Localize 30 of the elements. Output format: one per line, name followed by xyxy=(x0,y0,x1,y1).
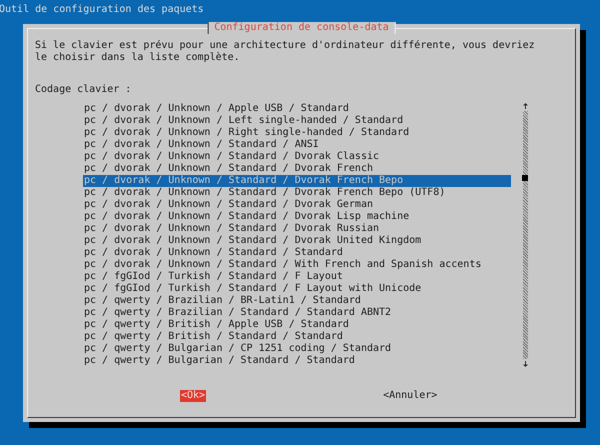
list-item[interactable]: pc / dvorak / Unknown / Standard / Dvorak French Bepo (UTF8) xyxy=(83,187,511,199)
list-item[interactable]: pc / dvorak / Unknown / Right single-handed / Standard xyxy=(83,127,511,139)
list-item[interactable]: pc / dvorak / Unknown / Standard / Dvorak German xyxy=(83,199,511,211)
list-item[interactable]: pc / fgGIod / Turkish / Standard / F Layout with Unicode xyxy=(83,283,511,295)
list-item[interactable]: pc / dvorak / Unknown / Standard / Standard xyxy=(83,247,511,259)
scrollbar-thumb[interactable] xyxy=(522,175,528,181)
list-item[interactable]: pc / qwerty / Bulgarian / Standard / Standard xyxy=(83,355,511,367)
list-item[interactable]: pc / dvorak / Unknown / Standard / Dvorak Lisp machine xyxy=(83,211,511,223)
list-item[interactable]: pc / dvorak / Unknown / Standard / Dvorak French Bepo xyxy=(83,175,511,187)
list-label: Codage clavier : xyxy=(35,84,132,96)
list-item[interactable]: pc / qwerty / Brazilian / Standard / Standard ABNT2 xyxy=(83,307,511,319)
list-item[interactable]: pc / dvorak / Unknown / Standard / With French and Spanish accents xyxy=(83,259,511,271)
list-item[interactable]: pc / dvorak / Unknown / Standard / Dvorak Russian xyxy=(83,223,511,235)
list-item[interactable]: pc / qwerty / British / Standard / Standard xyxy=(83,331,511,343)
cancel-button[interactable]: <Annuler> xyxy=(382,390,438,402)
list-item[interactable]: pc / dvorak / Unknown / Apple USB / Standard xyxy=(83,103,511,115)
dialog-title: Configuration de console-data xyxy=(207,22,396,34)
list-item[interactable]: pc / dvorak / Unknown / Left single-handed / Standard xyxy=(83,115,511,127)
list-item[interactable]: pc / dvorak / Unknown / Standard / ANSI xyxy=(83,139,511,151)
list-item[interactable]: pc / fgGIod / Turkish / Standard / F Layout xyxy=(83,271,511,283)
list-item[interactable]: pc / dvorak / Unknown / Standard / Dvorak United Kingdom xyxy=(83,235,511,247)
scroll-up-icon[interactable] xyxy=(522,103,528,109)
dialog-message: Si le clavier est prévu pour une architecture d'ordinateur différente, vous devriez le choisir dans la liste complète. xyxy=(35,40,536,64)
scroll-down-icon[interactable] xyxy=(522,361,528,367)
list-item[interactable]: pc / dvorak / Unknown / Standard / Dvorak Classic xyxy=(83,151,511,163)
scrollbar-track[interactable] xyxy=(522,111,528,359)
list-item[interactable]: pc / dvorak / Unknown / Standard / Dvorak French xyxy=(83,163,511,175)
list-item[interactable]: pc / qwerty / British / Apple USB / Standard xyxy=(83,319,511,331)
list-item[interactable]: pc / qwerty / Brazilian / BR-Latin1 / Standard xyxy=(83,295,511,307)
list-item[interactable]: pc / qwerty / Bulgarian / CP 1251 coding / Standard xyxy=(83,343,511,355)
